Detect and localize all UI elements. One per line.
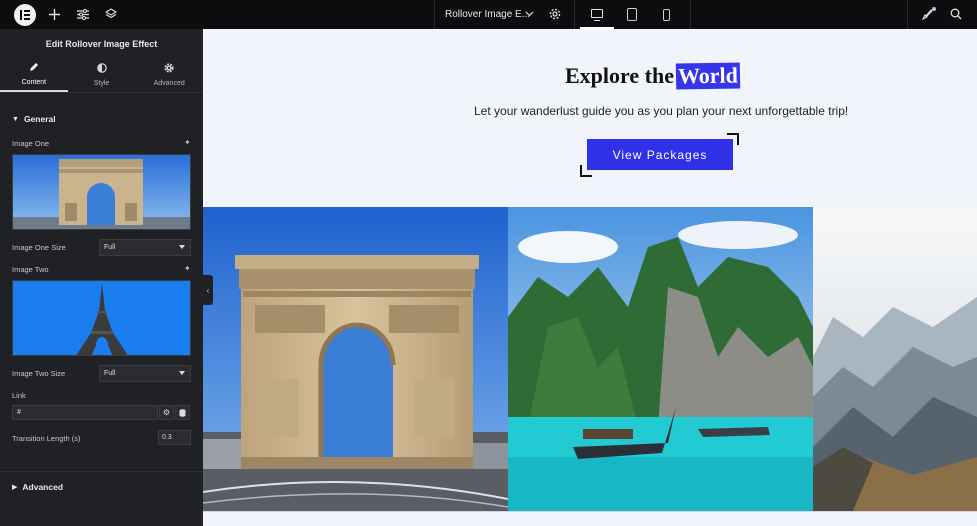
- pencil-icon: [29, 62, 39, 75]
- chevron-down-icon[interactable]: [522, 7, 536, 21]
- gear-icon: [164, 63, 174, 76]
- transition-length-input[interactable]: 0.3: [158, 430, 191, 445]
- hero-heading-highlight: World: [675, 62, 741, 90]
- view-packages-button[interactable]: View Packages: [587, 139, 733, 170]
- elementor-logo-icon[interactable]: [14, 4, 36, 26]
- gallery-image-tropical-lagoon[interactable]: [508, 207, 813, 511]
- sliders-icon[interactable]: [76, 7, 90, 21]
- image-two-size-label: Image Two Size: [12, 369, 66, 378]
- tab-advanced-label: Advanced: [153, 80, 185, 87]
- image-one-size-value: Full: [104, 244, 116, 251]
- page-preview-canvas: Explore the World Let your wanderlust gui…: [203, 29, 977, 526]
- image-two-preview[interactable]: [12, 280, 191, 356]
- tab-style[interactable]: Style: [68, 58, 136, 92]
- gallery-image-mountains[interactable]: [813, 207, 977, 511]
- tab-content[interactable]: Content: [0, 58, 68, 92]
- panel-tabs: Content Style Advanced: [0, 58, 203, 93]
- page-settings-gear-icon[interactable]: [548, 7, 562, 21]
- link-label: Link: [12, 391, 26, 400]
- gallery-image-arc-de-triomphe[interactable]: [203, 207, 508, 511]
- section-advanced-label: Advanced: [22, 482, 64, 492]
- caret-right-icon: ▶: [12, 484, 18, 491]
- widget-settings-panel: Edit Rollover Image Effect Content Style…: [0, 29, 203, 526]
- layers-icon[interactable]: [104, 7, 118, 21]
- ai-sparkle-icon[interactable]: ✦: [184, 264, 191, 273]
- tablet-icon[interactable]: [615, 0, 649, 29]
- section-general-label: General: [23, 114, 56, 124]
- ai-sparkle-icon[interactable]: ✦: [184, 138, 191, 147]
- dynamic-tags-icon[interactable]: [175, 405, 190, 420]
- panel-collapse-chevron-icon[interactable]: ‹: [203, 275, 213, 305]
- transition-length-value: 0.3: [162, 434, 172, 441]
- document-title[interactable]: Rollover Image E...: [445, 9, 530, 20]
- transition-length-label: Transition Length (s): [12, 434, 81, 443]
- image-one-size-label: Image One Size: [12, 243, 66, 252]
- image-one-size-select[interactable]: Full: [99, 239, 191, 256]
- contrast-icon: [96, 63, 107, 76]
- section-advanced-toggle[interactable]: ▶ Advanced: [12, 482, 63, 492]
- image-one-label: Image One: [12, 139, 50, 148]
- image-one-preview[interactable]: [12, 154, 191, 230]
- link-options-gear-icon[interactable]: ⚙: [159, 405, 174, 420]
- tab-style-label: Style: [93, 80, 110, 87]
- section-general-toggle[interactable]: ▼ General: [12, 114, 56, 124]
- editor-topbar: Rollover Image E...: [0, 0, 977, 29]
- image-two-label: Image Two: [12, 265, 49, 274]
- search-icon[interactable]: [949, 7, 963, 21]
- rollover-image-gallery: [203, 207, 977, 511]
- image-two-size-value: Full: [104, 370, 116, 377]
- link-value: #: [17, 409, 21, 416]
- hero-heading-prefix: Explore the: [565, 63, 674, 88]
- plus-icon[interactable]: [47, 7, 61, 21]
- mobile-icon[interactable]: [649, 0, 683, 29]
- panel-title: Edit Rollover Image Effect: [45, 38, 158, 49]
- caret-down-icon: ▼: [12, 115, 19, 123]
- hero-subtitle: Let your wanderlust guide you as you pla…: [474, 104, 849, 118]
- notification-dot: [932, 7, 936, 11]
- tab-content-label: Content: [21, 79, 47, 86]
- desktop-icon[interactable]: [580, 0, 614, 29]
- tab-advanced[interactable]: Advanced: [135, 58, 203, 92]
- link-input[interactable]: #: [12, 405, 158, 420]
- section-divider: [203, 511, 977, 512]
- hero-heading[interactable]: Explore the World: [565, 62, 741, 90]
- image-two-size-select[interactable]: Full: [99, 365, 191, 382]
